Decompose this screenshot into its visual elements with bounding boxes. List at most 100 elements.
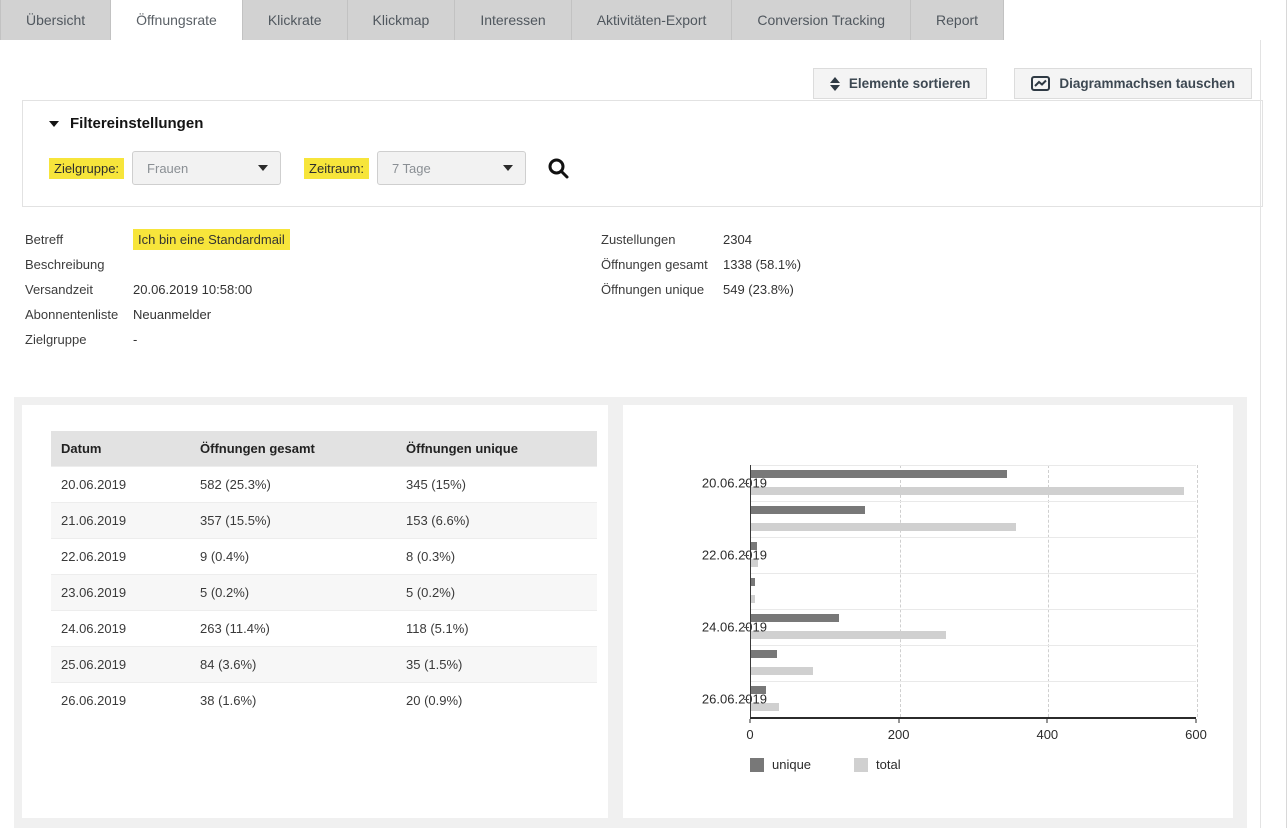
sort-elements-button[interactable]: Elemente sortieren: [813, 68, 988, 99]
filter-settings-heading: Filtereinstellungen: [70, 115, 203, 132]
tab-klickrate[interactable]: Klickrate: [243, 0, 348, 40]
table-row: 23.06.20195 (0.2%)5 (0.2%): [51, 574, 597, 610]
zielgruppe-select[interactable]: Frauen: [132, 151, 281, 185]
group-separator: [751, 501, 1196, 502]
table-header-öffnungen-gesamt: Öffnungen gesamt: [190, 431, 396, 466]
sort-elements-label: Elemente sortieren: [849, 76, 971, 91]
table-row: 20.06.2019582 (25.3%)345 (15%): [51, 466, 597, 502]
legend-swatch-unique: [750, 758, 764, 772]
table-header-datum: Datum: [51, 431, 190, 466]
table-cell: 23.06.2019: [51, 574, 190, 610]
table-cell: 38 (1.6%): [190, 682, 396, 718]
tab-conversion-tracking[interactable]: Conversion Tracking: [732, 0, 911, 40]
x-axis-tick: [1196, 719, 1197, 723]
table-cell: 25.06.2019: [51, 646, 190, 682]
detail-value: 2304: [723, 232, 752, 247]
x-axis-label-200: 200: [888, 727, 910, 742]
table-cell: 357 (15.5%): [190, 502, 396, 538]
detail-value: 20.06.2019 10:58:00: [133, 282, 252, 297]
detail-row-betreff: BetreffIch bin eine Standardmail: [25, 227, 601, 252]
search-button[interactable]: [547, 157, 570, 180]
group-separator: [751, 573, 1196, 574]
detail-row-abonnentenliste: AbonnentenlisteNeuanmelder: [25, 302, 601, 327]
table-row: 22.06.20199 (0.4%)8 (0.3%): [51, 538, 597, 574]
chevron-down-icon: [503, 165, 513, 171]
gridline-200: [900, 465, 901, 717]
chart-legend: unique total: [750, 757, 901, 772]
detail-row-versandzeit: Versandzeit20.06.2019 10:58:00: [25, 277, 601, 302]
bar-total-20-06-2019: [751, 487, 1184, 495]
table-cell: 153 (6.6%): [396, 502, 597, 538]
table-cell: 582 (25.3%): [190, 466, 396, 502]
detail-row-öffnungen-unique: Öffnungen unique549 (23.8%): [601, 277, 801, 302]
group-separator: [751, 645, 1196, 646]
group-separator: [751, 681, 1196, 682]
table-cell: 5 (0.2%): [190, 574, 396, 610]
table-row: 26.06.201938 (1.6%)20 (0.9%): [51, 682, 597, 718]
bar-total-25-06-2019: [751, 667, 813, 675]
bar-total-21-06-2019: [751, 523, 1016, 531]
y-axis-tick: [744, 555, 749, 556]
table-cell: 24.06.2019: [51, 610, 190, 646]
detail-label: Betreff: [25, 232, 133, 247]
filter-controls: Zielgruppe: Frauen Zeitraum: 7 Tage: [49, 151, 1236, 185]
tab-öffnungsrate[interactable]: Öffnungsrate: [111, 0, 243, 40]
table-cell: 26.06.2019: [51, 682, 190, 718]
open-rate-report-page: { "tabs": [ { "label": "Übersicht", "act…: [0, 0, 1287, 828]
tab-übersicht[interactable]: Übersicht: [0, 0, 111, 40]
detail-value: 549 (23.8%): [723, 282, 794, 297]
zeitraum-select[interactable]: 7 Tage: [377, 151, 526, 185]
swap-chart-axes-button[interactable]: Diagrammachsen tauschen: [1014, 68, 1252, 99]
open-rate-chart-card: 0200400600 uniquetotal 20.06.201922.06.2…: [623, 405, 1233, 818]
table-row: 21.06.2019357 (15.5%)153 (6.6%): [51, 502, 597, 538]
legend-swatch-total: [854, 758, 868, 772]
table-cell: 35 (1.5%): [396, 646, 597, 682]
y-axis-tick: [744, 699, 749, 700]
table-cell: 21.06.2019: [51, 502, 190, 538]
table-cell: 20.06.2019: [51, 466, 190, 502]
mail-details-right: Zustellungen2304Öffnungen gesamt1338 (58…: [601, 227, 801, 352]
detail-row-zielgruppe: Zielgruppe-: [25, 327, 601, 352]
bar-total-23-06-2019: [751, 595, 755, 603]
tab-bar: ÜbersichtÖffnungsrateKlickrateKlickmapIn…: [0, 0, 1286, 40]
y-axis-label-20-06-2019: 20.06.2019: [702, 476, 767, 491]
x-axis-tick: [1047, 719, 1048, 723]
mail-details: BetreffIch bin eine StandardmailBeschrei…: [0, 227, 1286, 352]
table-cell: 20 (0.9%): [396, 682, 597, 718]
x-axis-label-0: 0: [746, 727, 753, 742]
group-separator: [751, 465, 1196, 466]
zeitraum-selected-value: 7 Tage: [392, 161, 431, 176]
detail-value: Neuanmelder: [133, 307, 211, 322]
y-axis-label-22-06-2019: 22.06.2019: [702, 548, 767, 563]
bar-unique-20-06-2019: [751, 470, 1007, 478]
table-cell: 9 (0.4%): [190, 538, 396, 574]
line-chart-icon: [1031, 76, 1050, 91]
legend-item-unique: unique: [750, 757, 811, 772]
table-header-öffnungen-unique: Öffnungen unique: [396, 431, 597, 466]
detail-label: Öffnungen unique: [601, 282, 723, 297]
gridline-400: [1048, 465, 1049, 717]
y-axis-label-26-06-2019: 26.06.2019: [702, 692, 767, 707]
detail-value: Ich bin eine Standardmail: [133, 229, 290, 250]
tab-aktivitäten-export[interactable]: Aktivitäten-Export: [572, 0, 733, 40]
open-rate-table-card: DatumÖffnungen gesamtÖffnungen unique 20…: [22, 405, 608, 818]
tab-interessen[interactable]: Interessen: [455, 0, 571, 40]
tab-report[interactable]: Report: [911, 0, 1004, 40]
zielgruppe-selected-value: Frauen: [147, 161, 188, 176]
table-cell: 84 (3.6%): [190, 646, 396, 682]
detail-value: -: [133, 332, 137, 347]
y-axis-label-24-06-2019: 24.06.2019: [702, 620, 767, 635]
table-cell: 345 (15%): [396, 466, 597, 502]
detail-row-öffnungen-gesamt: Öffnungen gesamt1338 (58.1%): [601, 252, 801, 277]
bar-total-24-06-2019: [751, 631, 946, 639]
legend-label-total: total: [876, 757, 901, 772]
zielgruppe-label: Zielgruppe:: [49, 158, 124, 179]
bar-unique-25-06-2019: [751, 650, 777, 658]
zeitraum-label: Zeitraum:: [304, 158, 369, 179]
x-axis-label-400: 400: [1036, 727, 1058, 742]
search-icon: [547, 157, 570, 180]
bar-unique-23-06-2019: [751, 578, 755, 586]
tab-klickmap[interactable]: Klickmap: [348, 0, 456, 40]
detail-label: Versandzeit: [25, 282, 133, 297]
filter-settings-toggle[interactable]: Filtereinstellungen: [49, 115, 1236, 132]
